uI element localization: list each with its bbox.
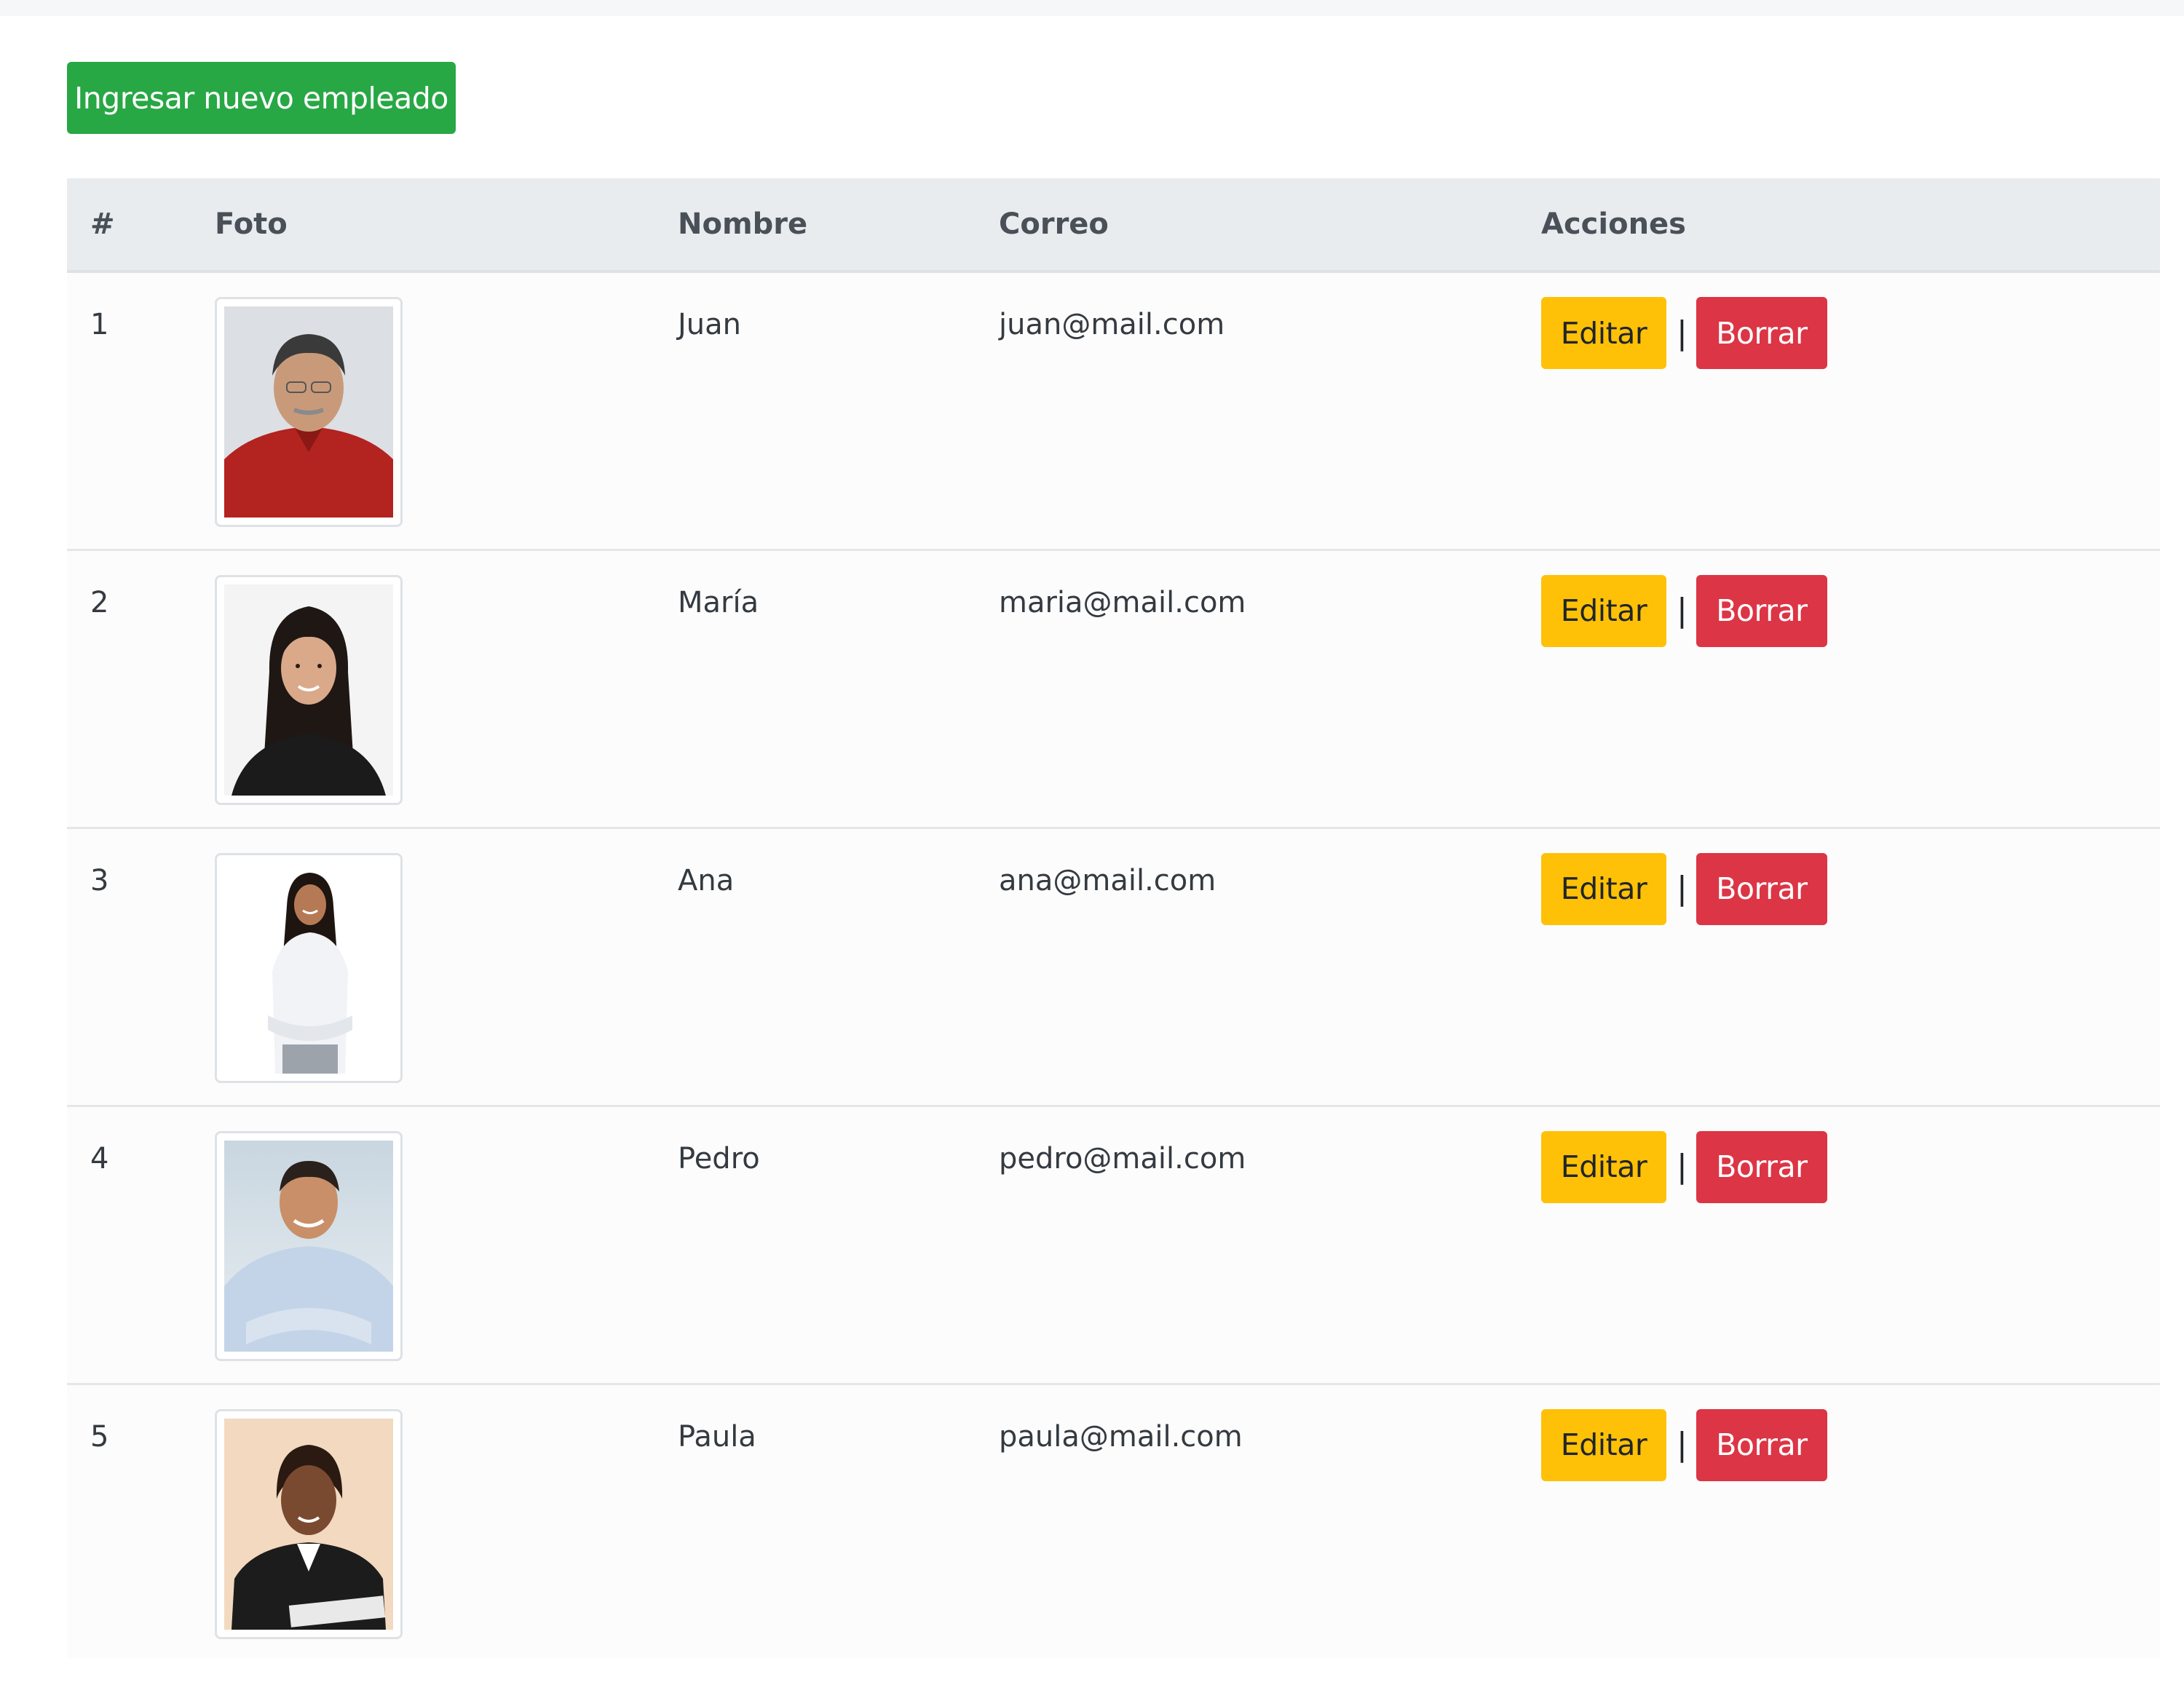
table-row: 3 Ana ana@mail.com Editar | Borrar [67,828,2160,1106]
photo-ana [224,862,393,1074]
column-header-number: # [67,178,215,273]
row-id: 3 [90,863,109,897]
column-header-email: Correo [999,178,1541,273]
actions-cell: Editar | Borrar [1541,1106,2160,1384]
photo-cell [215,1384,678,1659]
photo-maria [224,584,393,796]
employee-photo [215,297,403,527]
employee-photo [215,574,403,805]
employee-photo [215,852,403,1083]
page-container: Ingresar nuevo empleado # Foto Nombre Co… [67,62,2160,1659]
separator: | [1677,870,1688,907]
photo-cell [215,271,678,550]
table-header-row: # Foto Nombre Correo Acciones [67,178,2160,273]
row-id: 5 [90,1419,109,1454]
row-id: 1 [90,308,109,341]
actions-cell: Editar | Borrar [1541,1384,2160,1659]
edit-button[interactable]: Editar [1541,574,1666,647]
separator: | [1677,1426,1688,1463]
delete-button[interactable]: Borrar [1696,297,1827,369]
employee-email: ana@mail.com [999,863,1216,897]
column-header-name: Nombre [678,178,999,273]
employee-name: María [678,585,759,619]
delete-button[interactable]: Borrar [1696,852,1827,925]
separator: | [1677,1148,1688,1185]
table-row: 4 Pedro pedro@mail.com Editar | Borrar [67,1106,2160,1384]
edit-button[interactable]: Editar [1541,1408,1666,1481]
delete-button[interactable]: Borrar [1696,1408,1827,1481]
photo-paula [224,1418,393,1630]
photo-pedro [224,1140,393,1352]
table-row: 2 María maria@mail.com Editar | Borrar [67,550,2160,828]
photo-cell [215,1106,678,1384]
employees-table: # Foto Nombre Correo Acciones 1 Juan jua… [67,178,2160,1659]
table-row: 5 Paula paula@mail.com Editar | Borrar [67,1384,2160,1659]
column-header-actions: Acciones [1541,178,2160,273]
photo-cell [215,828,678,1106]
employee-photo [215,1130,403,1361]
actions-cell: Editar | Borrar [1541,828,2160,1106]
actions-cell: Editar | Borrar [1541,271,2160,550]
employee-email: juan@mail.com [999,308,1225,341]
top-bar [0,0,2184,16]
column-header-photo: Foto [215,178,678,273]
new-employee-button[interactable]: Ingresar nuevo empleado [67,62,456,134]
employee-photo [215,1408,403,1639]
table-row: 1 Juan juan@mail.com Editar | Borrar [67,271,2160,550]
employee-email: pedro@mail.com [999,1141,1246,1175]
employee-email: paula@mail.com [999,1419,1243,1454]
employee-name: Pedro [678,1141,760,1175]
edit-button[interactable]: Editar [1541,1130,1666,1203]
separator: | [1677,314,1688,352]
employee-name: Paula [678,1419,756,1454]
separator: | [1677,592,1688,629]
row-id: 2 [90,585,109,619]
photo-cell [215,550,678,828]
photo-juan [224,306,393,518]
employee-email: maria@mail.com [999,585,1246,619]
edit-button[interactable]: Editar [1541,297,1666,369]
row-id: 4 [90,1141,109,1175]
actions-cell: Editar | Borrar [1541,550,2160,828]
delete-button[interactable]: Borrar [1696,1130,1827,1203]
delete-button[interactable]: Borrar [1696,574,1827,647]
edit-button[interactable]: Editar [1541,852,1666,925]
employee-name: Ana [678,863,735,897]
employee-name: Juan [678,308,742,341]
